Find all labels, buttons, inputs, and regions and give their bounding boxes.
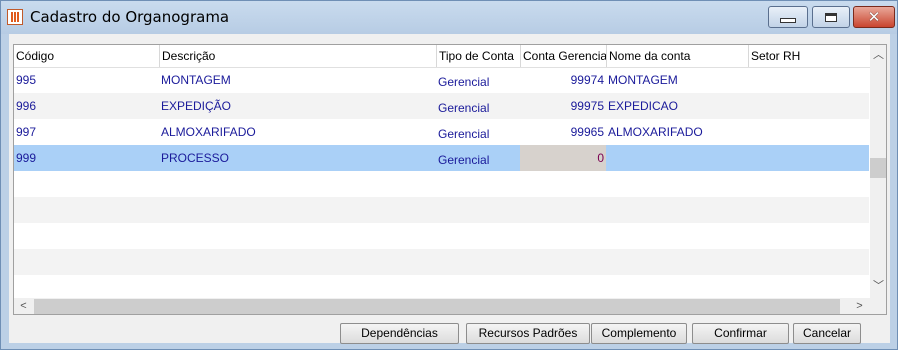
table-row[interactable]: 995 MONTAGEM Gerencial 99974 MONTAGEM	[14, 67, 869, 93]
maximize-icon	[825, 12, 837, 22]
cell-tipo[interactable]: Gerencial	[436, 93, 520, 119]
chevron-left-icon[interactable]: <	[15, 298, 32, 314]
cell-codigo[interactable]: 997	[14, 119, 159, 145]
cell-descricao[interactable]: EXPEDIÇÃO	[159, 93, 436, 119]
cell-codigo[interactable]: 995	[14, 67, 159, 93]
cell-conta[interactable]: 99974	[520, 67, 606, 93]
minimize-button[interactable]	[768, 6, 808, 28]
cell-tipo[interactable]: Gerencial	[436, 119, 520, 145]
dependencias-button[interactable]: Dependências	[340, 323, 459, 344]
cell-codigo[interactable]: 999	[14, 145, 159, 171]
cell-nome[interactable]: EXPEDICAO	[606, 93, 748, 119]
vertical-scrollbar[interactable]: ︿ ﹀	[870, 45, 886, 298]
organograma-window: Cadastro do Organograma ✕ Código Descriç…	[0, 0, 898, 350]
chevron-up-icon[interactable]: ︿	[870, 47, 886, 64]
confirmar-button[interactable]: Confirmar	[692, 323, 789, 344]
organogram-app-icon[interactable]	[7, 9, 23, 25]
cell-tipo[interactable]: Gerencial	[436, 145, 520, 171]
organograma-grid[interactable]: Código Descrição Tipo de Conta Conta Ger…	[13, 44, 887, 315]
complemento-button[interactable]: Complemento	[591, 323, 687, 344]
recursos-padroes-button[interactable]: Recursos Padrões	[466, 323, 590, 344]
maximize-button[interactable]	[812, 6, 850, 28]
cell-conta[interactable]: 99965	[520, 119, 606, 145]
cell-setor[interactable]	[748, 145, 870, 171]
empty-table-row[interactable]	[14, 197, 869, 223]
table-row[interactable]: 997 ALMOXARIFADO Gerencial 99965 ALMOXARIFAD…	[14, 119, 869, 145]
chevron-right-icon[interactable]: >	[851, 298, 868, 314]
column-header-nome-conta[interactable]: Nome da conta	[606, 45, 748, 67]
vertical-scroll-thumb[interactable]	[870, 158, 886, 178]
grid-header: Código Descrição Tipo de Conta Conta Ger…	[14, 45, 870, 68]
scrollbar-corner	[870, 298, 886, 314]
column-header-conta-gerencial[interactable]: Conta Gerencial	[520, 45, 606, 67]
table-row[interactable]: 999 PROCESSO Gerencial 0	[14, 145, 869, 171]
column-header-tipo-conta[interactable]: Tipo de Conta	[436, 45, 520, 67]
cell-setor[interactable]	[748, 93, 870, 119]
title-bar[interactable]: Cadastro do Organograma ✕	[1, 1, 897, 34]
cell-conta[interactable]: 0	[520, 145, 606, 171]
cell-tipo[interactable]: Gerencial	[436, 67, 520, 93]
cell-nome[interactable]	[606, 145, 748, 171]
cell-nome[interactable]: ALMOXARIFADO	[606, 119, 748, 145]
column-header-setor-rh[interactable]: Setor RH	[748, 45, 870, 67]
cell-conta[interactable]: 99975	[520, 93, 606, 119]
empty-table-row[interactable]	[14, 249, 869, 275]
horizontal-scroll-thumb[interactable]	[34, 299, 840, 314]
window-title: Cadastro do Organograma	[30, 8, 230, 26]
column-header-descricao[interactable]: Descrição	[159, 45, 436, 67]
cell-descricao[interactable]: ALMOXARIFADO	[159, 119, 436, 145]
chevron-down-icon[interactable]: ﹀	[870, 278, 886, 295]
close-icon: ✕	[867, 8, 881, 26]
cancelar-button[interactable]: Cancelar	[793, 323, 861, 344]
empty-table-row[interactable]	[14, 223, 869, 249]
cell-nome[interactable]: MONTAGEM	[606, 67, 748, 93]
client-area: Código Descrição Tipo de Conta Conta Ger…	[9, 34, 890, 344]
cell-setor[interactable]	[748, 67, 870, 93]
cell-setor[interactable]	[748, 119, 870, 145]
cell-descricao[interactable]: PROCESSO	[159, 145, 436, 171]
column-header-codigo[interactable]: Código	[14, 45, 159, 67]
cell-codigo[interactable]: 996	[14, 93, 159, 119]
table-row[interactable]: 996 EXPEDIÇÃO Gerencial 99975 EXPEDICAO	[14, 93, 869, 119]
close-button[interactable]: ✕	[853, 6, 895, 28]
empty-table-row[interactable]	[14, 171, 869, 197]
cell-descricao[interactable]: MONTAGEM	[159, 67, 436, 93]
minimize-icon	[780, 17, 796, 23]
horizontal-scrollbar[interactable]: < >	[14, 298, 870, 314]
